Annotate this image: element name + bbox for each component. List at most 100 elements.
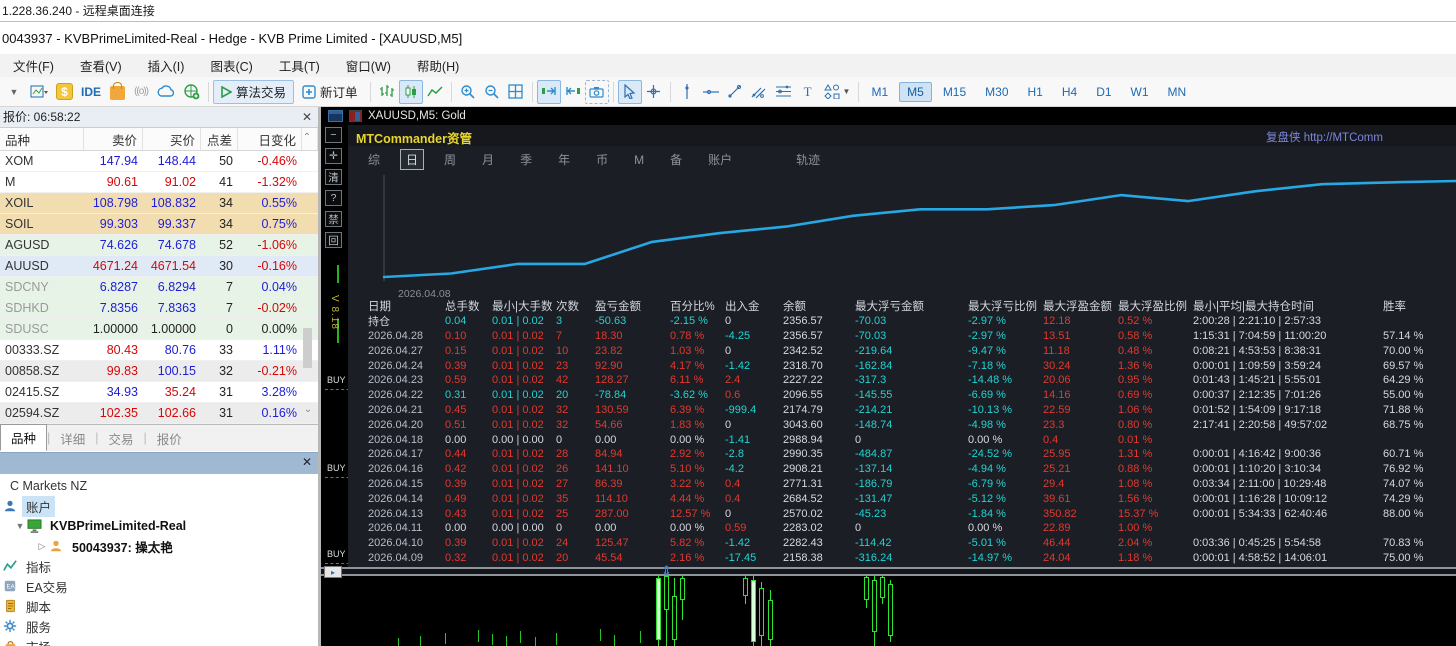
mtcommander-tab-季[interactable]: 季 [514,149,538,170]
text-icon[interactable]: T [796,80,820,104]
channel-icon[interactable] [747,80,771,104]
menu-item-文件[interactable]: 文件(F) [0,54,67,77]
trendline-icon[interactable] [723,80,747,104]
screenshot-icon[interactable] [584,79,609,104]
menu-item-图表[interactable]: 图表(C) [197,54,265,77]
mtcommander-tab-账户[interactable]: 账户 [702,149,738,170]
market-watch-header[interactable]: 品种 卖价 买价 点差 日变化 [0,128,318,151]
chart-window-icon[interactable] [26,80,52,104]
timeframe-button-M5[interactable]: M5 [899,81,932,102]
shift-end-icon[interactable] [536,79,561,104]
dollar-icon[interactable]: $ [52,80,77,104]
horizontal-line-icon[interactable] [699,80,723,104]
market-watch-row-M[interactable]: M 90.61 91.02 41 -1.32% [0,172,318,193]
market-watch-row-XOIL[interactable]: XOIL 108.798 108.832 34 0.55% [0,193,318,214]
timeframe-button-MN[interactable]: MN [1160,82,1195,102]
shapes-icon[interactable]: ▼ [820,80,855,104]
community-icon[interactable] [179,80,204,104]
navigator-item-KVBPrimeLimited-Real[interactable]: ▼ KVBPrimeLimited-Real [0,516,318,536]
chart-strip-button-3[interactable]: ? [325,190,342,206]
market-watch-tab-详细[interactable]: 详细 [50,426,95,451]
navigator-item-50043937-操太艳[interactable]: ▷ 50043937: 操太艳 [0,536,318,556]
bar-chart-icon[interactable] [375,80,399,104]
panel-collapse-button[interactable]: ▸ [324,566,342,578]
candle-chart-icon[interactable] [398,79,423,104]
line-chart-icon[interactable] [423,80,447,104]
market-watch-tab-报价[interactable]: 报价 [147,426,192,451]
market-watch-row-00333.SZ[interactable]: 00333.SZ 80.43 80.76 33 1.11% [0,340,318,361]
market-watch-row-02415.SZ[interactable]: 02415.SZ 34.93 35.24 31 3.28% [0,382,318,403]
mtcommander-tab-周[interactable]: 周 [438,149,462,170]
menu-item-插入[interactable]: 插入(I) [135,54,198,77]
market-watch-column-2[interactable]: 买价 [143,128,201,150]
vertical-line-icon[interactable] [675,80,699,104]
cloud-icon[interactable] [153,80,179,104]
chart-titlebar[interactable]: XAUUSD,M5: Gold [321,107,1456,125]
navigator-item-脚本[interactable]: 脚本 [0,596,318,616]
scroll-down-icon[interactable]: ⌄ [301,404,315,418]
market-watch-row-02594.SZ[interactable]: 02594.SZ 102.35 102.66 31 0.16% [0,403,318,424]
market-watch-row-00858.SZ[interactable]: 00858.SZ 99.83 100.15 32 -0.21% [0,361,318,382]
market-watch-tab-交易[interactable]: 交易 [99,426,144,451]
panel-splitter-horizontal[interactable] [321,567,1456,576]
new-order-button[interactable]: 新订单 [294,80,366,104]
market-watch-row-SDUSC[interactable]: SDUSC 1.00000 1.00000 0 0.00% [0,319,318,340]
market-watch-column-0[interactable]: 品种 [0,128,84,150]
close-icon[interactable]: ✕ [299,109,315,125]
zoom-in-icon[interactable] [456,80,480,104]
chart-strip-button-1[interactable]: ✛ [325,148,342,164]
market-watch-scrollbar[interactable] [303,328,312,368]
menu-item-帮助[interactable]: 帮助(H) [404,54,472,77]
close-icon[interactable]: ✕ [299,454,315,470]
chart-strip-button-4[interactable]: 禁 [325,211,342,227]
menu-item-工具[interactable]: 工具(T) [266,54,333,77]
ide-button[interactable]: IDE [77,80,105,104]
mtcommander-tab-月[interactable]: 月 [476,149,500,170]
navigator-item-指标[interactable]: 指标 [0,556,318,576]
chevron-right-icon[interactable]: ▷ [36,541,48,552]
market-watch-row-XOM[interactable]: XOM 147.94 148.44 50 -0.46% [0,151,318,172]
mtcommander-tab-综[interactable]: 综 [362,149,386,170]
chart-strip-button-5[interactable]: 回 [325,232,342,248]
mtcommander-tab-币[interactable]: 币 [590,149,614,170]
mtcommander-tab-年[interactable]: 年 [552,149,576,170]
market-watch-column-1[interactable]: 卖价 [84,128,143,150]
market-watch-row-SDHKD[interactable]: SDHKD 7.8356 7.8363 7 -0.02% [0,298,318,319]
mtcommander-tab-轨迹[interactable]: 轨迹 [790,149,826,170]
signal-icon[interactable]: ((o)) [129,80,153,104]
timeframe-button-D1[interactable]: D1 [1088,82,1119,102]
market-watch-row-AGUSD[interactable]: AGUSD 74.626 74.678 52 -1.06% [0,235,318,256]
timeframe-button-H1[interactable]: H1 [1020,82,1051,102]
zoom-out-icon[interactable] [480,80,504,104]
navigator-item-C-Markets-NZ[interactable]: C Markets NZ [0,476,318,496]
crosshair-icon[interactable] [642,80,666,104]
navigator-titlebar[interactable] [0,452,318,474]
auto-scroll-icon[interactable] [561,80,585,104]
menu-item-窗口[interactable]: 窗口(W) [333,54,404,77]
timeframe-button-H4[interactable]: H4 [1054,82,1085,102]
market-watch-row-SDCNY[interactable]: SDCNY 6.8287 6.8294 7 0.04% [0,277,318,298]
market-watch-row-AUUSD[interactable]: AUUSD 4671.24 4671.54 30 -0.16% [0,256,318,277]
menu-item-查看[interactable]: 查看(V) [67,54,135,77]
market-bag-icon[interactable] [105,80,129,104]
timeframe-button-W1[interactable]: W1 [1123,82,1157,102]
fibonacci-icon[interactable] [771,80,796,104]
navigator-item-市场[interactable]: 市场 [0,636,318,646]
cursor-icon[interactable] [617,79,642,104]
timeframe-button-M15[interactable]: M15 [935,82,974,102]
chart-strip-button-0[interactable]: − [325,127,342,143]
chart-strip-button-2[interactable]: 清 [325,169,342,185]
market-watch-tab-品种[interactable]: 品种 [0,423,48,451]
navigator-item-EA交易[interactable]: EA EA交易 [0,576,318,596]
algo-trading-button[interactable]: 算法交易 [213,79,295,104]
caret-down-icon[interactable]: ▼ [2,80,26,104]
navigator-item-账户[interactable]: 账户 [0,495,318,517]
mtcommander-tab-日[interactable]: 日 [400,149,425,170]
market-watch-titlebar[interactable]: 报价: 06:58:22 [0,107,318,128]
navigator-item-服务[interactable]: 服务 [0,616,318,636]
chevron-down-icon[interactable]: ▼ [14,521,26,531]
tile-windows-icon[interactable] [504,80,528,104]
scroll-up-icon[interactable]: ⌃ [300,132,314,146]
market-watch-column-3[interactable]: 点差 [201,128,238,150]
timeframe-button-M1[interactable]: M1 [863,82,896,102]
